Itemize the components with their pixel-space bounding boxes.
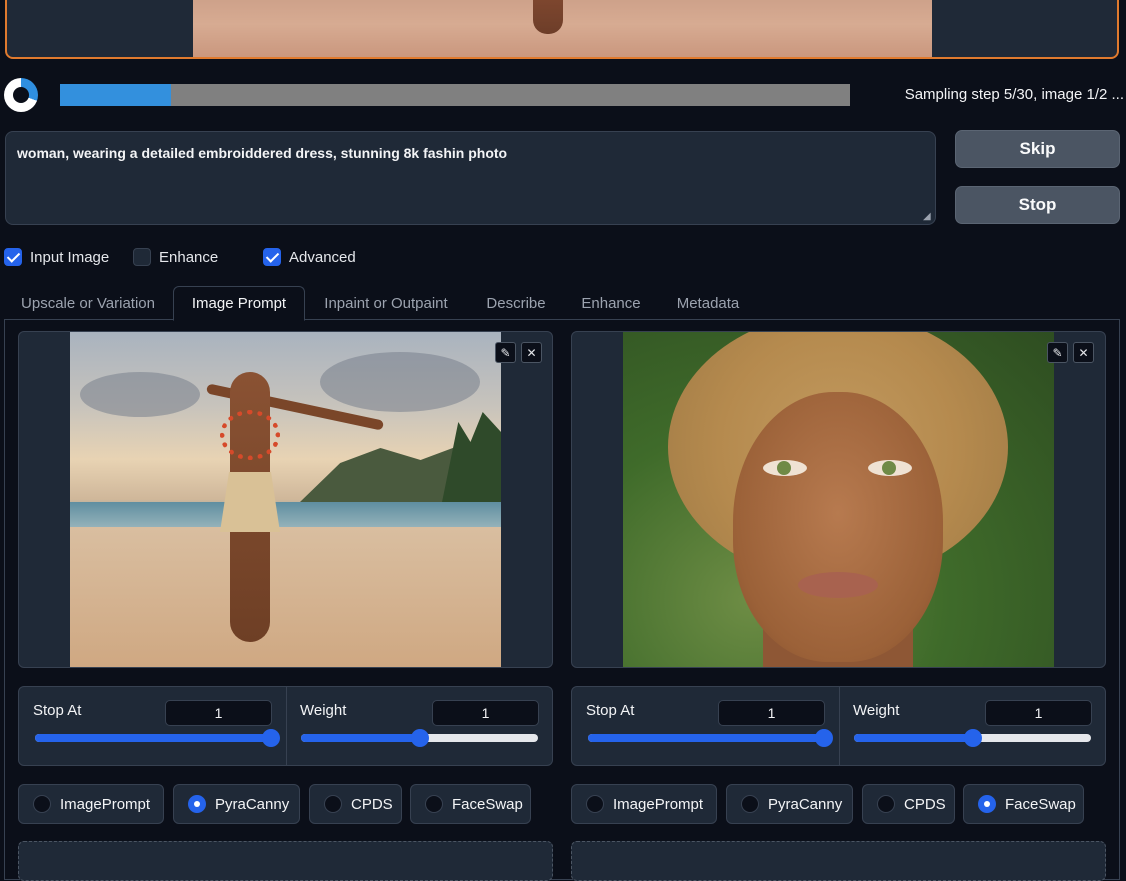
radio-faceswap[interactable]: FaceSwap — [410, 784, 531, 824]
radio-label: PyraCanny — [768, 795, 843, 813]
radio-icon[interactable] — [978, 795, 996, 813]
progress-bar — [60, 84, 850, 106]
weight-slider[interactable] — [301, 729, 538, 747]
iris — [777, 461, 791, 475]
close-icon[interactable]: ✕ — [521, 342, 542, 363]
slider-fill — [301, 734, 420, 742]
radio-icon[interactable] — [33, 795, 51, 813]
progress-bar-fill — [60, 84, 171, 106]
image-prompt-1-upload[interactable]: ✎ ✕ — [18, 331, 553, 668]
tab-upscale-or-variation[interactable]: Upscale or Variation — [10, 286, 166, 320]
weight-label: Weight — [853, 702, 900, 719]
tab-bar: Upscale or Variation Image Prompt Inpain… — [4, 286, 1120, 321]
skip-button[interactable]: Skip — [955, 130, 1120, 168]
slider-thumb[interactable] — [815, 729, 833, 747]
slider-fill — [588, 734, 824, 742]
dancer-skirt — [220, 472, 280, 532]
checkbox-label: Advanced — [289, 248, 356, 266]
enhance-checkbox[interactable]: Enhance — [133, 247, 218, 267]
divider — [286, 687, 287, 765]
tab-image-prompt[interactable]: Image Prompt — [173, 286, 305, 321]
radio-label: CPDS — [904, 795, 946, 813]
checkbox-label: Input Image — [30, 248, 110, 266]
stop-at-input[interactable]: 1 — [718, 700, 825, 726]
radio-icon[interactable] — [877, 795, 895, 813]
tab-enhance[interactable]: Enhance — [570, 286, 652, 320]
stop-at-label: Stop At — [33, 702, 82, 719]
image-prompt-2-upload[interactable]: ✎ ✕ — [571, 331, 1106, 668]
image-prompt-1-sliders: Stop At 1 Weight 1 — [18, 686, 553, 766]
radio-icon[interactable] — [324, 795, 342, 813]
preview-image — [193, 0, 932, 57]
eye — [868, 460, 912, 476]
radio-label: PyraCanny — [215, 795, 290, 813]
radio-label: ImagePrompt — [613, 795, 704, 813]
checkbox-icon[interactable] — [4, 248, 22, 266]
cloud — [80, 372, 200, 417]
radio-cpds[interactable]: CPDS — [862, 784, 955, 824]
weight-slider[interactable] — [854, 729, 1091, 747]
radio-cpds[interactable]: CPDS — [309, 784, 402, 824]
flower-lei — [220, 410, 280, 460]
stop-at-slider[interactable] — [588, 729, 833, 747]
tab-metadata[interactable]: Metadata — [666, 286, 750, 320]
eye — [763, 460, 807, 476]
prompt-input[interactable]: woman, wearing a detailed embroiddered d… — [5, 131, 936, 225]
progress-status: Sampling step 5/30, image 1/2 ... — [904, 86, 1124, 103]
weight-input[interactable]: 1 — [985, 700, 1092, 726]
weight-label: Weight — [300, 702, 347, 719]
slider-fill — [854, 734, 973, 742]
radio-label: FaceSwap — [452, 795, 523, 813]
radio-pyracanny[interactable]: PyraCanny — [726, 784, 853, 824]
image-prompt-2-sliders: Stop At 1 Weight 1 — [571, 686, 1106, 766]
slider-thumb[interactable] — [262, 729, 280, 747]
radio-faceswap[interactable]: FaceSwap — [963, 784, 1084, 824]
radio-icon[interactable] — [188, 795, 206, 813]
preview-panel — [5, 0, 1119, 59]
radio-label: CPDS — [351, 795, 393, 813]
slider-fill — [35, 734, 271, 742]
input-image-checkbox[interactable]: Input Image — [4, 247, 109, 267]
iris — [882, 461, 896, 475]
radio-label: ImagePrompt — [60, 795, 151, 813]
stop-at-slider[interactable] — [35, 729, 280, 747]
checkbox-icon[interactable] — [263, 248, 281, 266]
radio-icon[interactable] — [425, 795, 443, 813]
pencil-icon[interactable]: ✎ — [1047, 342, 1068, 363]
face — [733, 392, 943, 662]
advanced-checkbox[interactable]: Advanced — [263, 247, 356, 267]
radio-icon[interactable] — [586, 795, 604, 813]
image-prompt-1-extra-panel — [18, 841, 553, 881]
stop-button[interactable]: Stop — [955, 186, 1120, 224]
radio-label: FaceSwap — [1005, 795, 1076, 813]
checkbox-label: Enhance — [159, 248, 219, 266]
portrait-image — [623, 332, 1054, 667]
resize-handle-icon[interactable]: ◢ — [923, 212, 933, 222]
prompt-text: woman, wearing a detailed embroiddered d… — [17, 145, 508, 161]
slider-thumb[interactable] — [963, 729, 982, 747]
stop-at-label: Stop At — [586, 702, 635, 719]
radio-icon[interactable] — [741, 795, 759, 813]
tab-describe[interactable]: Describe — [475, 286, 557, 320]
lips — [798, 572, 878, 598]
tab-inpaint-or-outpaint[interactable]: Inpaint or Outpaint — [311, 286, 461, 320]
radio-imageprompt[interactable]: ImagePrompt — [571, 784, 717, 824]
checkbox-icon[interactable] — [133, 248, 151, 266]
radio-pyracanny[interactable]: PyraCanny — [173, 784, 300, 824]
slider-thumb[interactable] — [410, 729, 429, 747]
beach-dancer-image — [70, 332, 501, 667]
loading-spinner-icon — [4, 78, 38, 112]
pencil-icon[interactable]: ✎ — [495, 342, 516, 363]
cloud — [320, 352, 480, 412]
close-icon[interactable]: ✕ — [1073, 342, 1094, 363]
sand — [70, 527, 501, 667]
image-prompt-2-extra-panel — [571, 841, 1106, 881]
weight-input[interactable]: 1 — [432, 700, 539, 726]
divider — [839, 687, 840, 765]
radio-imageprompt[interactable]: ImagePrompt — [18, 784, 164, 824]
stop-at-input[interactable]: 1 — [165, 700, 272, 726]
preview-figure — [533, 0, 563, 34]
